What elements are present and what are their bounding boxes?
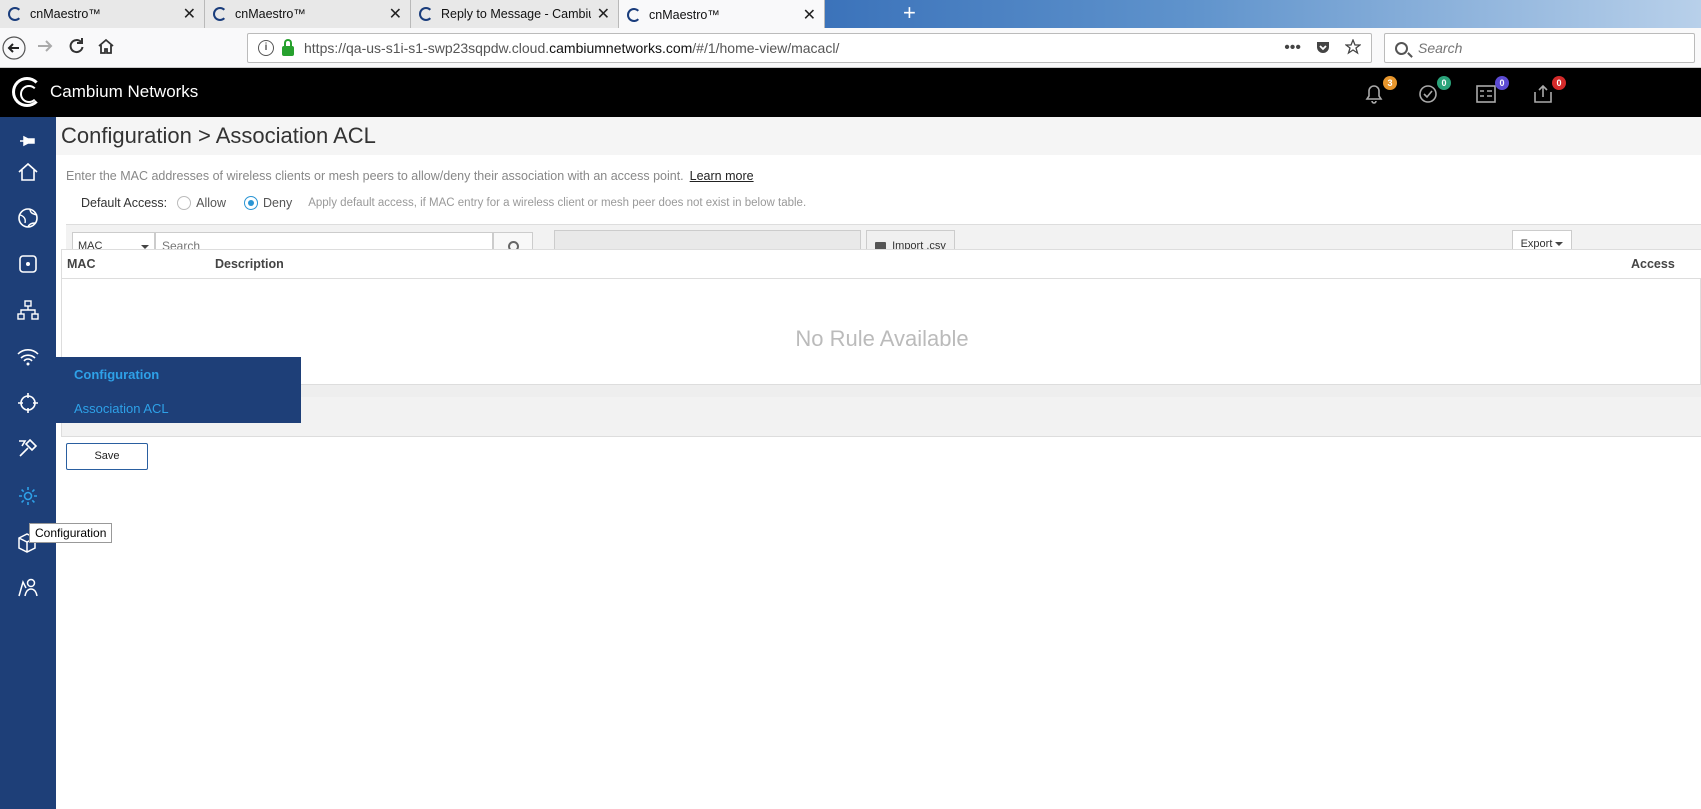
home-icon [18, 162, 38, 181]
tools-icon [19, 438, 38, 457]
flyout-item-association-acl[interactable]: Association ACL [74, 401, 169, 416]
pocket-icon[interactable] [1315, 39, 1331, 55]
cambium-favicon-icon [419, 7, 433, 21]
allow-label[interactable]: Allow [196, 196, 226, 210]
wifi-icon [17, 349, 39, 366]
url-bar[interactable]: i https://qa-us-s1i-s1-swp23sqpdw.cloud.… [247, 33, 1372, 63]
bookmark-star-icon[interactable] [1345, 39, 1361, 55]
save-button[interactable]: Save [66, 443, 148, 470]
column-header-description[interactable]: Description [215, 257, 284, 271]
gear-icon [19, 487, 37, 505]
network-icon [17, 300, 39, 320]
jobs-badge: 0 [1495, 76, 1509, 90]
alarms-badge: 3 [1383, 76, 1397, 90]
back-icon[interactable] [2, 36, 26, 60]
more-actions-icon[interactable]: ••• [1284, 39, 1301, 57]
flyout-title[interactable]: Configuration [74, 367, 159, 382]
home-icon[interactable] [94, 36, 118, 60]
close-tab-icon[interactable]: ✕ [803, 5, 816, 25]
target-icon [18, 393, 38, 413]
horizontal-scrollbar[interactable] [62, 384, 1701, 397]
page-description: Enter the MAC addresses of wireless clie… [66, 169, 754, 183]
main-content: Configuration > Association ACL Enter th… [56, 117, 1701, 809]
deny-label[interactable]: Deny [263, 196, 292, 210]
tab-label: Reply to Message - Cambium N [441, 7, 591, 21]
sidebar-item-network[interactable] [0, 194, 56, 242]
table-header: MAC Description Access [62, 250, 1701, 279]
sidebar-item-monitor[interactable] [0, 379, 56, 427]
lock-icon [282, 38, 294, 56]
updates-icon[interactable]: 0 [1532, 76, 1566, 104]
default-access-label: Default Access: [81, 196, 168, 210]
jobs-list-icon[interactable]: 0 [1475, 76, 1509, 104]
column-header-access[interactable]: Access [1631, 257, 1675, 271]
default-access-hint: Apply default access, if MAC entry for a… [308, 197, 807, 209]
browser-tab-strip: cnMaestro™ ✕ cnMaestro™ ✕ Reply to Messa… [0, 0, 1701, 29]
alarms-bell-icon[interactable]: 3 [1363, 76, 1397, 104]
sidebar-item-wireless[interactable] [0, 333, 56, 381]
sidebar [0, 117, 56, 809]
page-title: Configuration > Association ACL [61, 123, 376, 148]
sidebar-item-tools[interactable] [0, 424, 56, 472]
close-tab-icon[interactable]: ✕ [183, 4, 196, 24]
sidebar-item-topology[interactable] [0, 287, 56, 335]
reload-icon[interactable] [64, 36, 88, 60]
app-header: Cambium Networks 3 0 0 0 [0, 68, 1701, 117]
browser-tab[interactable]: cnMaestro™ ✕ [205, 0, 411, 28]
empty-state-text: No Rule Available [795, 326, 969, 351]
url-text: https://qa-us-s1i-s1-swp23sqpdw.cloud.ca… [304, 40, 840, 56]
sidebar-item-configuration[interactable] [0, 472, 56, 520]
globe-icon [18, 208, 38, 228]
cambium-logo[interactable]: Cambium Networks [12, 77, 198, 107]
new-tab-button[interactable]: + [903, 2, 916, 24]
browser-tab[interactable]: Reply to Message - Cambium N ✕ [411, 0, 619, 28]
configuration-flyout-menu: Configuration Association ACL [56, 357, 301, 423]
tab-label: cnMaestro™ [649, 7, 720, 22]
browser-navbar: i https://qa-us-s1i-s1-swp23sqpdw.cloud.… [0, 28, 1701, 68]
cambium-favicon-icon [627, 7, 641, 22]
browser-tab-active[interactable]: cnMaestro™ ✕ [619, 0, 825, 29]
forward-icon[interactable] [33, 36, 57, 60]
tab-label: cnMaestro™ [30, 7, 101, 21]
deny-radio[interactable] [244, 196, 259, 210]
close-tab-icon[interactable]: ✕ [597, 4, 610, 24]
cambium-logo-icon [12, 77, 42, 107]
sidebar-item-devices[interactable] [0, 240, 56, 288]
close-tab-icon[interactable]: ✕ [389, 4, 402, 24]
learn-more-link[interactable]: Learn more [690, 169, 754, 183]
tasks-check-icon[interactable]: 0 [1417, 76, 1451, 104]
allow-radio[interactable] [177, 196, 192, 210]
acl-table: MAC Description Access No Rule Available [61, 249, 1701, 437]
sidebar-item-users[interactable] [0, 564, 56, 612]
users-icon [18, 578, 38, 597]
updates-badge: 0 [1552, 76, 1566, 90]
browser-search-bar[interactable] [1384, 33, 1695, 63]
default-access-group: Default Access: Allow Deny Apply default… [81, 196, 806, 210]
tab-label: cnMaestro™ [235, 7, 306, 21]
brand-name: Cambium Networks [50, 82, 199, 101]
tasks-badge: 0 [1437, 76, 1451, 90]
sidebar-tooltip: Configuration [29, 523, 113, 543]
cambium-favicon-icon [8, 7, 22, 21]
sidebar-item-home[interactable] [0, 148, 56, 196]
info-icon[interactable]: i [258, 40, 274, 56]
table-footer [62, 397, 1701, 436]
device-icon [19, 255, 37, 273]
column-header-mac[interactable]: MAC [67, 257, 95, 271]
cambium-favicon-icon [213, 7, 227, 21]
browser-search-input[interactable] [1418, 40, 1678, 56]
browser-tab[interactable]: cnMaestro™ ✕ [0, 0, 205, 28]
description-text: Enter the MAC addresses of wireless clie… [66, 169, 684, 183]
search-icon [1395, 41, 1408, 55]
